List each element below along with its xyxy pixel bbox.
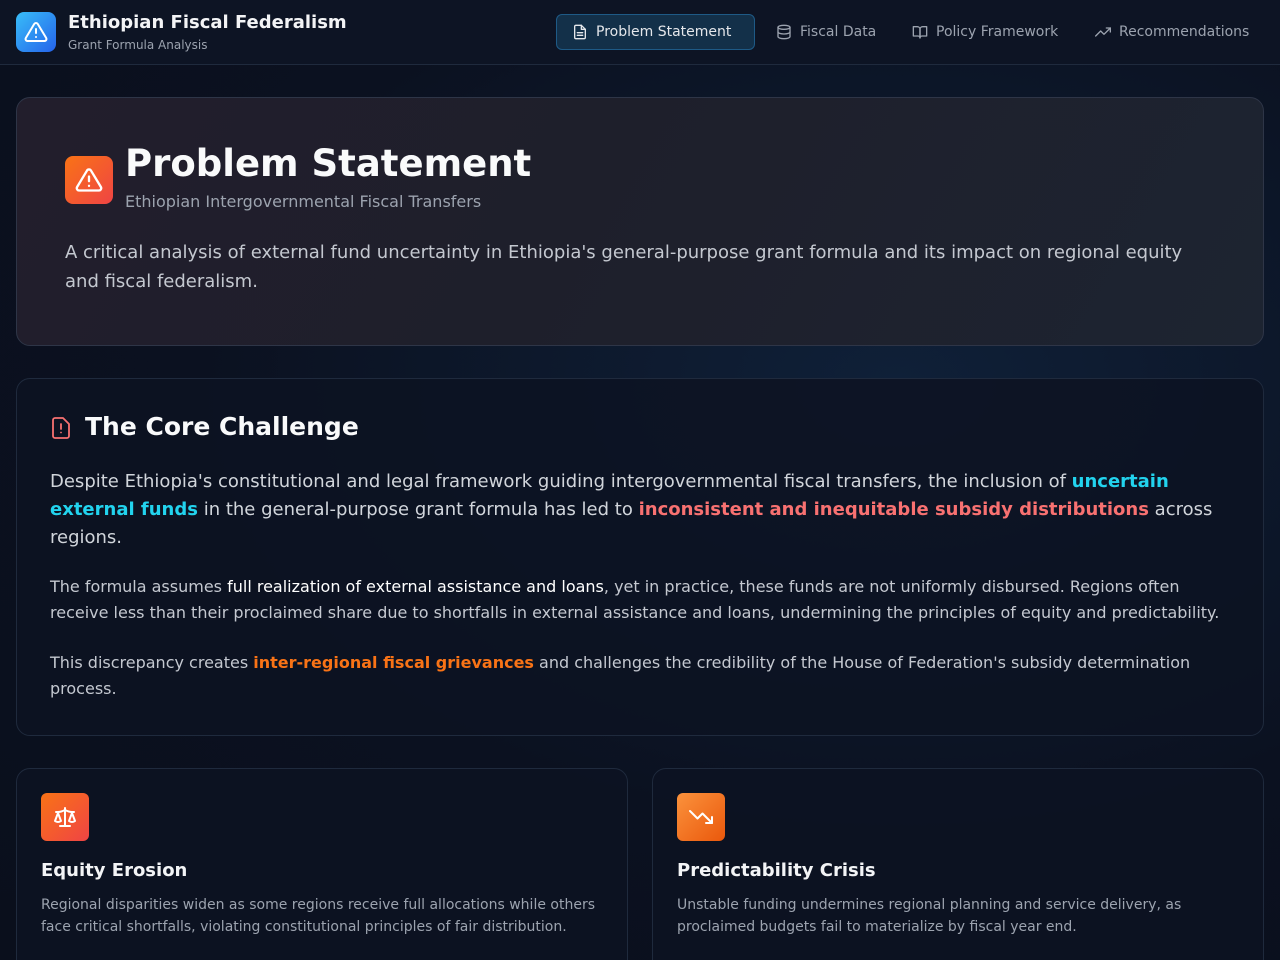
app-title: Ethiopian Fiscal Federalism: [68, 12, 347, 33]
top-navbar: Ethiopian Fiscal Federalism Grant Formul…: [0, 0, 1280, 65]
equity-erosion-card: Equity Erosion Regional disparities wide…: [16, 768, 628, 960]
app-subtitle: Grant Formula Analysis: [68, 38, 208, 52]
hero-card: Problem Statement Ethiopian Intergovernm…: [16, 97, 1264, 346]
page-subtitle: Ethiopian Intergovernmental Fiscal Trans…: [125, 192, 482, 211]
trending-down-icon: [689, 810, 713, 824]
card-description: Unstable funding undermines regional pla…: [677, 897, 1182, 935]
highlight-grievances: inter-regional fiscal grievances: [253, 653, 534, 672]
text-segment: Despite Ethiopia's constitutional and le…: [50, 471, 1072, 492]
section-title: The Core Challenge: [85, 412, 359, 441]
nav-label: Recommendations: [1119, 24, 1250, 40]
scale-icon: [54, 807, 76, 827]
card-icon-badge: [677, 793, 725, 841]
book-open-icon: [912, 26, 928, 39]
nav-recommendations[interactable]: Recommendations: [1079, 14, 1265, 50]
highlight-inequitable: inconsistent and inequitable subsidy dis…: [638, 499, 1149, 520]
alert-triangle-icon: [75, 168, 103, 192]
card-description: Regional disparities widen as some regio…: [41, 897, 595, 935]
core-paragraph-3: This discrepancy creates inter-regional …: [50, 650, 1230, 702]
card-title: Predictability Crisis: [677, 860, 876, 881]
text-segment: The formula assumes: [50, 577, 228, 596]
hero-description: A critical analysis of external fund unc…: [65, 242, 1183, 292]
hero-icon-badge: [65, 156, 113, 204]
predictability-crisis-card: Predictability Crisis Unstable funding u…: [652, 768, 1264, 960]
card-title: Equity Erosion: [41, 860, 188, 881]
page-title: Problem Statement: [125, 142, 532, 185]
nav-label: Policy Framework: [936, 24, 1059, 40]
core-paragraph-2: The formula assumes full realization of …: [50, 574, 1230, 626]
alert-triangle-icon: [24, 21, 48, 42]
text-segment: This discrepancy creates: [50, 653, 254, 672]
card-icon-badge: [41, 793, 89, 841]
core-lead-paragraph: Despite Ethiopia's constitutional and le…: [50, 468, 1230, 552]
file-text-icon: [574, 24, 586, 40]
nav-policy-framework[interactable]: Policy Framework: [896, 14, 1074, 50]
nav-fiscal-data[interactable]: Fiscal Data: [760, 14, 892, 50]
nav-label: Fiscal Data: [800, 24, 877, 40]
file-alert-icon: [52, 417, 70, 439]
nav-label: Problem Statement: [596, 24, 732, 40]
nav-problem-statement[interactable]: Problem Statement: [556, 14, 755, 50]
core-challenge-card: The Core Challenge Despite Ethiopia's co…: [16, 378, 1264, 736]
text-segment: in the general-purpose grant formula has…: [197, 499, 639, 520]
app-logo[interactable]: [16, 12, 56, 52]
highlight-full-realization: full realization of external assistance …: [227, 577, 604, 596]
trending-up-icon: [1095, 27, 1111, 37]
database-icon: [777, 24, 791, 40]
